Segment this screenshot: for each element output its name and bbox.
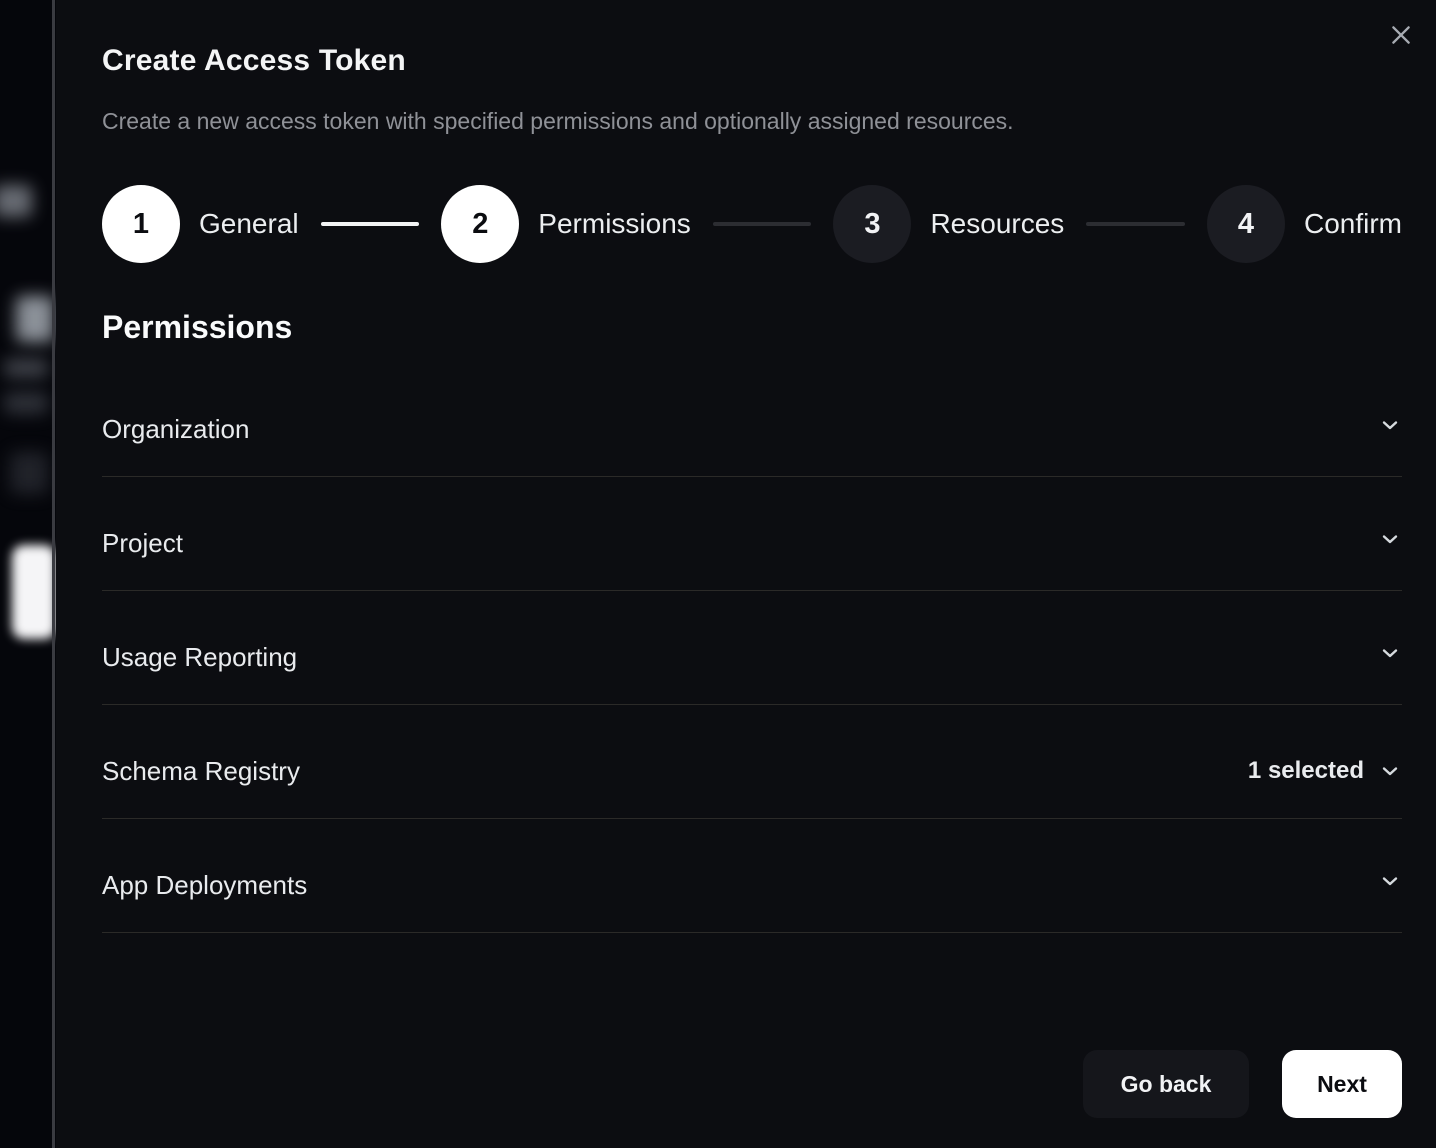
step-label: Permissions	[538, 208, 690, 240]
background-blur-button	[12, 545, 56, 639]
background-blur-text	[16, 296, 54, 342]
chevron-down-icon	[1378, 869, 1402, 893]
background-blur-text	[4, 392, 48, 414]
modal-subtitle: Create a new access token with specified…	[102, 108, 1402, 135]
background-blur-text	[0, 185, 32, 217]
step-confirm[interactable]: 4 Confirm	[1207, 185, 1402, 263]
accordion-item-label: Organization	[102, 413, 249, 445]
step-general[interactable]: 1 General	[102, 185, 299, 263]
create-access-token-modal: Create Access Token Create a new access …	[56, 0, 1436, 1148]
close-icon[interactable]	[1386, 20, 1416, 50]
step-label: Resources	[930, 208, 1064, 240]
chevron-down-icon	[1378, 527, 1402, 551]
background-blur-text	[4, 358, 48, 378]
accordion-item-usage-reporting[interactable]: Usage Reporting	[102, 591, 1402, 705]
step-resources[interactable]: 3 Resources	[833, 185, 1064, 263]
accordion-item-app-deployments[interactable]: App Deployments	[102, 819, 1402, 933]
accordion-item-label: Project	[102, 527, 183, 559]
permissions-accordion: Organization Project Usage Reporting	[102, 363, 1402, 933]
accordion-item-label: Usage Reporting	[102, 641, 297, 673]
step-connector	[321, 222, 420, 226]
background-blur-icon	[10, 452, 48, 494]
step-label: Confirm	[1304, 208, 1402, 240]
accordion-item-schema-registry[interactable]: Schema Registry 1 selected	[102, 705, 1402, 819]
step-number-circle: 1	[102, 185, 180, 263]
step-number-circle: 4	[1207, 185, 1285, 263]
modal-title: Create Access Token	[102, 0, 1402, 78]
accordion-item-label: Schema Registry	[102, 755, 300, 787]
modal-footer: Go back Next	[1083, 1050, 1402, 1118]
step-permissions[interactable]: 2 Permissions	[441, 185, 690, 263]
chevron-down-icon	[1378, 413, 1402, 437]
background-page	[0, 0, 56, 1148]
selected-count-badge: 1 selected	[1248, 755, 1364, 787]
chevron-down-icon	[1378, 641, 1402, 665]
step-number-circle: 2	[441, 185, 519, 263]
accordion-item-label: App Deployments	[102, 869, 307, 901]
stepper: 1 General 2 Permissions 3 Resources 4 Co…	[102, 185, 1402, 263]
step-connector	[713, 222, 812, 226]
permissions-heading: Permissions	[102, 309, 1402, 346]
accordion-item-organization[interactable]: Organization	[102, 363, 1402, 477]
step-connector	[1086, 222, 1185, 226]
go-back-button[interactable]: Go back	[1083, 1050, 1249, 1118]
step-label: General	[199, 208, 299, 240]
step-number-circle: 3	[833, 185, 911, 263]
chevron-down-icon	[1378, 759, 1402, 783]
next-button[interactable]: Next	[1282, 1050, 1402, 1118]
accordion-item-project[interactable]: Project	[102, 477, 1402, 591]
page-modal-divider	[52, 0, 55, 1148]
